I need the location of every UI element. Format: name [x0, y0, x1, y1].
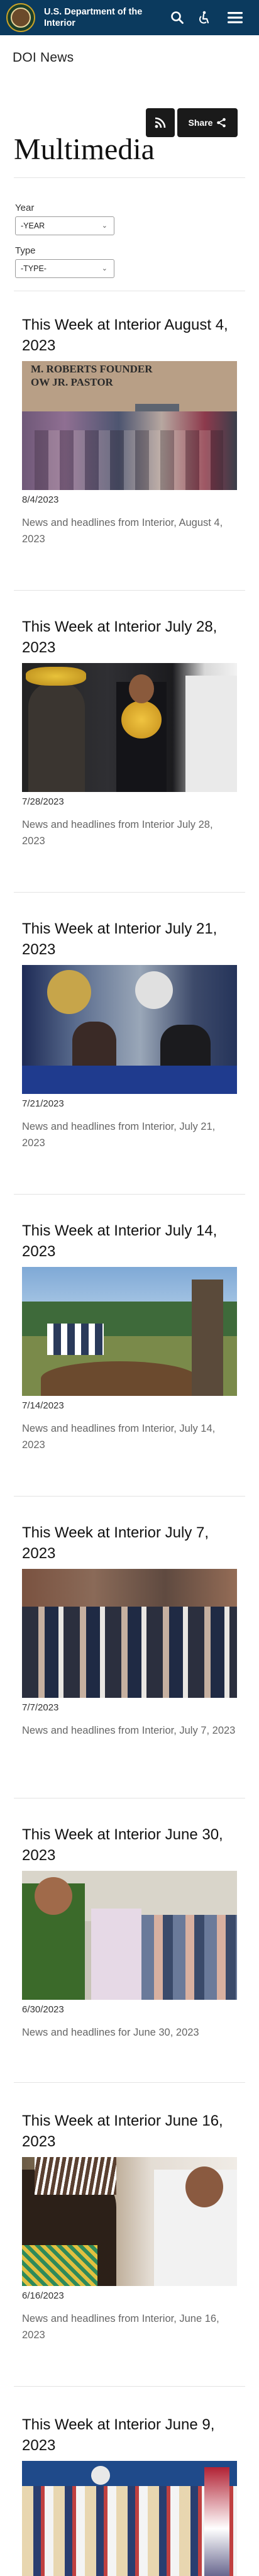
divider: [14, 892, 245, 893]
agency-name-line1: U.S. Department of the: [44, 7, 143, 17]
chevron-down-icon: ⌄: [101, 222, 107, 230]
card-thumbnail[interactable]: [22, 663, 237, 792]
accessibility-icon[interactable]: [195, 9, 212, 26]
image-rig: [192, 1280, 223, 1396]
card-date: 7/28/2023: [22, 796, 64, 807]
divider: [14, 590, 245, 591]
card-title[interactable]: This Week at Interior July 28, 2023: [22, 616, 237, 658]
media-card[interactable]: This Week at Interior June 30, 2023 6/30…: [22, 1824, 237, 2041]
media-card[interactable]: This Week at Interior June 9, 2023: [22, 2414, 237, 2576]
image-regalia: [22, 2245, 97, 2286]
image-plaque-text: OW JR. PASTOR: [31, 376, 113, 388]
divider: [14, 1194, 245, 1195]
card-description: News and headlines from Interior, July 1…: [22, 1423, 216, 1451]
card-title[interactable]: This Week at Interior June 30, 2023: [22, 1824, 237, 1866]
card-date: 7/21/2023: [22, 1098, 64, 1109]
card-date: 7/7/2023: [22, 1702, 59, 1713]
share-label: Share: [188, 118, 213, 128]
card-description: News and headlines from Interior, July 7…: [22, 1725, 236, 1736]
card-thumbnail[interactable]: [22, 1267, 237, 1396]
card-thumbnail[interactable]: [22, 2157, 237, 2286]
image-lei: [26, 667, 86, 686]
page-title: Multimedia: [14, 133, 155, 166]
media-card[interactable]: This Week at Interior July 28, 2023 7/28…: [22, 616, 237, 849]
card-thumbnail[interactable]: M. ROBERTS FOUNDER OW JR. PASTOR: [22, 361, 237, 490]
divider: [14, 2082, 245, 2083]
site-header: U.S. Department of the Interior: [0, 0, 259, 35]
image-person: [28, 682, 85, 792]
card-thumbnail[interactable]: [22, 1871, 237, 2000]
image-crowd: [141, 1915, 237, 2000]
media-card[interactable]: This Week at Interior July 14, 2023 7/14…: [22, 1220, 237, 1453]
card-title[interactable]: This Week at Interior July 21, 2023: [22, 918, 237, 960]
type-select-value: -TYPE-: [21, 264, 47, 273]
card-description: News and headlines from Interior, August…: [22, 517, 223, 545]
share-button[interactable]: Share: [177, 108, 238, 137]
chevron-down-icon: ⌄: [101, 265, 107, 272]
card-thumbnail[interactable]: [22, 965, 237, 1094]
image-flag: [204, 2467, 229, 2576]
image-face: [35, 1877, 72, 1915]
section-label[interactable]: DOI News: [13, 50, 74, 65]
card-title[interactable]: This Week at Interior July 7, 2023: [22, 1522, 237, 1564]
image-feathers: [35, 2157, 116, 2195]
card-date: 6/30/2023: [22, 2004, 64, 2015]
media-card[interactable]: This Week at Interior June 16, 2023 6/16…: [22, 2110, 237, 2343]
image-seal: [91, 2466, 110, 2485]
menu-icon[interactable]: [224, 9, 246, 26]
card-description: News and headlines for June 30, 2023: [22, 2027, 199, 2038]
image-plaque-text: M. ROBERTS FOUNDER: [31, 363, 153, 375]
year-select-value: -YEAR: [21, 221, 45, 230]
image-seal: [47, 970, 91, 1014]
media-card[interactable]: This Week at Interior July 21, 2023 7/21…: [22, 918, 237, 1151]
divider: [14, 177, 245, 178]
rss-icon: [155, 117, 166, 128]
seal-emblem: [11, 8, 31, 28]
divider: [14, 2386, 245, 2387]
card-description: News and headlines from Interior July 28…: [22, 819, 213, 847]
image-table: [22, 1066, 237, 1094]
card-title[interactable]: This Week at Interior June 16, 2023: [22, 2110, 237, 2152]
card-thumbnail[interactable]: [22, 1569, 237, 1698]
image-people: [47, 1324, 104, 1355]
media-card[interactable]: This Week at Interior July 7, 2023 7/7/2…: [22, 1522, 237, 1739]
card-title[interactable]: This Week at Interior June 9, 2023: [22, 2414, 237, 2456]
search-icon[interactable]: [168, 9, 186, 26]
card-date: 7/14/2023: [22, 1400, 64, 1411]
year-select[interactable]: -YEAR ⌄: [15, 216, 114, 235]
doi-seal-logo[interactable]: [6, 3, 35, 32]
share-icon: [217, 118, 226, 128]
image-dirt: [41, 1361, 198, 1396]
image-seal: [135, 971, 173, 1009]
card-description: News and headlines from Interior, July 2…: [22, 1121, 216, 1149]
card-title[interactable]: This Week at Interior July 14, 2023: [22, 1220, 237, 1262]
card-date: 8/4/2023: [22, 494, 59, 505]
image-face: [129, 674, 154, 703]
card-date: 6/16/2023: [22, 2290, 64, 2301]
type-select[interactable]: -TYPE- ⌄: [15, 259, 114, 278]
image-people: [35, 430, 223, 490]
card-title[interactable]: This Week at Interior August 4, 2023: [22, 315, 237, 356]
image-person: [72, 1022, 116, 1072]
agency-name[interactable]: U.S. Department of the Interior: [44, 6, 163, 29]
image-crowd: [22, 1607, 237, 1698]
media-card[interactable]: This Week at Interior August 4, 2023 M. …: [22, 315, 237, 547]
type-filter-label: Type: [15, 245, 36, 256]
card-thumbnail[interactable]: [22, 2461, 237, 2576]
agency-name-line2: Interior: [44, 18, 75, 28]
card-description: News and headlines from Interior, June 1…: [22, 2313, 219, 2341]
image-face: [185, 2166, 223, 2207]
image-person: [185, 676, 237, 792]
image-lei: [121, 701, 162, 739]
image-person: [160, 1025, 211, 1072]
year-filter-label: Year: [15, 203, 35, 213]
divider: [14, 1496, 245, 1497]
image-person: [91, 1909, 141, 2000]
